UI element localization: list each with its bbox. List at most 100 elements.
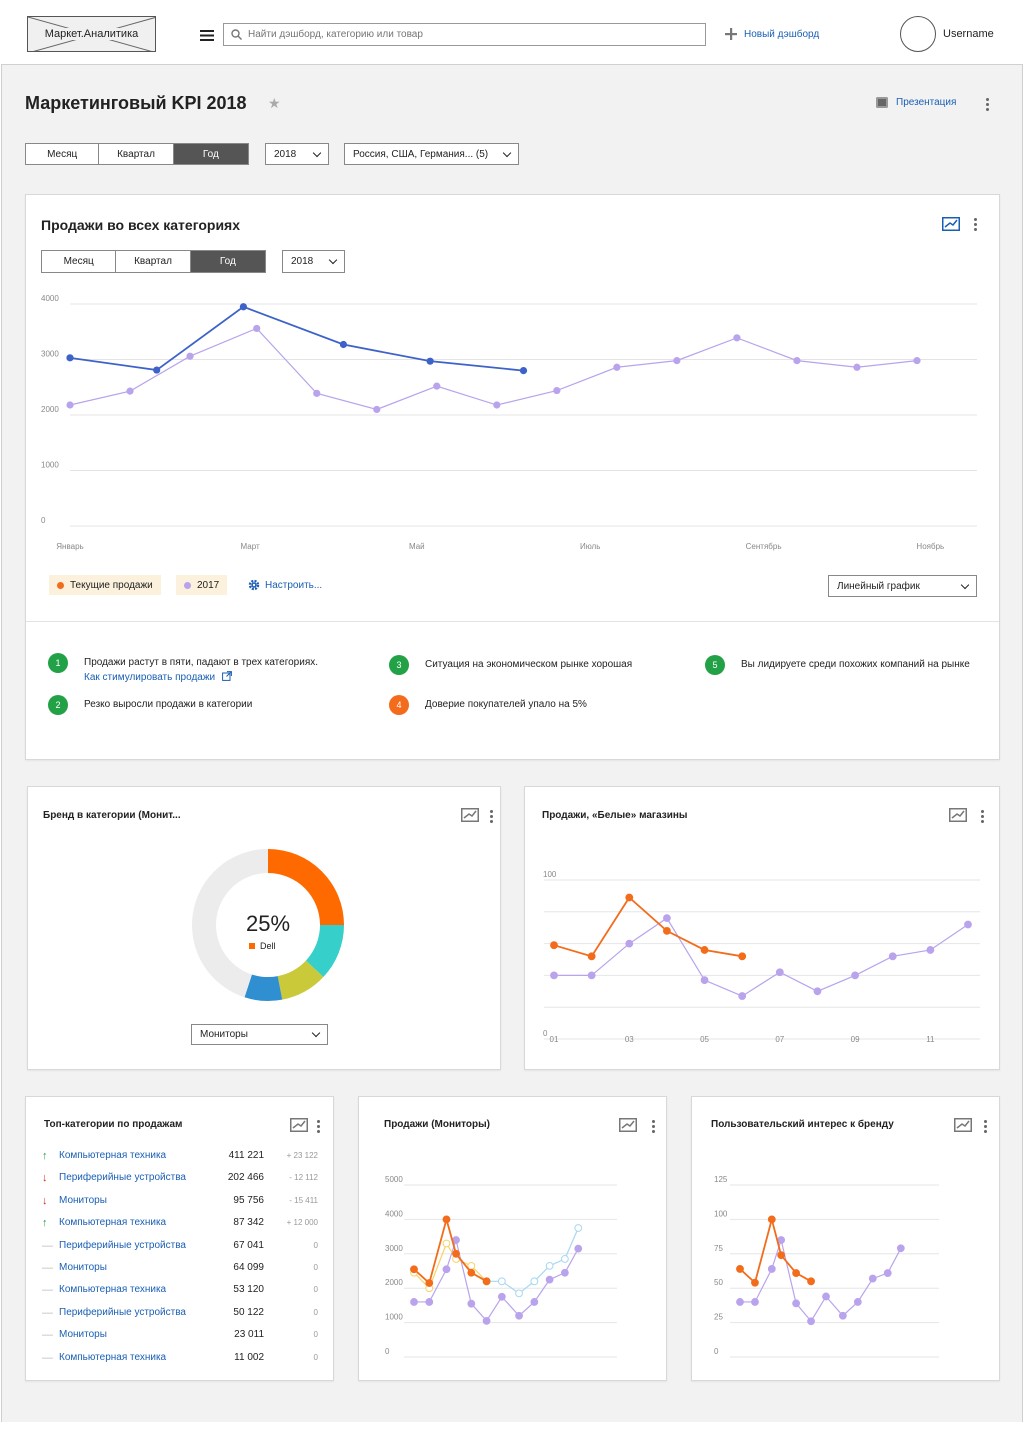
data-point[interactable] [777, 1236, 786, 1244]
data-point[interactable] [560, 1268, 569, 1277]
data-point[interactable] [896, 1244, 905, 1253]
data-point[interactable] [822, 1292, 830, 1301]
data-point[interactable] [467, 1261, 476, 1270]
configure-link[interactable]: Настроить... [248, 579, 322, 591]
data-point[interactable] [339, 340, 348, 349]
data-point[interactable] [738, 952, 747, 961]
search-box[interactable] [223, 23, 706, 46]
data-point[interactable] [625, 893, 634, 902]
data-point[interactable] [442, 1239, 451, 1248]
category-name[interactable]: Мониторы [59, 1195, 107, 1206]
data-point[interactable] [853, 363, 861, 371]
page-year-select[interactable]: 2018 [265, 143, 329, 165]
data-point[interactable] [410, 1265, 418, 1274]
data-point[interactable] [497, 1277, 506, 1286]
data-point[interactable] [888, 952, 897, 961]
data-point[interactable] [452, 1249, 460, 1258]
data-point[interactable] [807, 1317, 815, 1326]
data-point[interactable] [851, 971, 859, 980]
tab-year[interactable]: Год [173, 144, 248, 164]
data-point[interactable] [530, 1277, 539, 1286]
data-point[interactable] [410, 1298, 418, 1306]
data-point[interactable] [560, 1255, 569, 1263]
interest-more-icon[interactable] [981, 1120, 989, 1133]
data-point[interactable] [425, 1279, 434, 1287]
table-row[interactable]: — Компьютерная техника 53 120 0 [42, 1281, 328, 1303]
data-point[interactable] [587, 952, 596, 961]
tab-month[interactable]: Месяц [26, 144, 100, 164]
star-icon[interactable]: ★ [268, 95, 281, 112]
data-point[interactable] [442, 1215, 451, 1224]
data-point[interactable] [467, 1268, 476, 1277]
username[interactable]: Username [943, 28, 994, 40]
data-point[interactable] [700, 976, 709, 985]
chart-type-icon[interactable] [942, 217, 960, 234]
legend-prev[interactable]: 2017 [176, 575, 228, 595]
data-point[interactable] [66, 354, 74, 362]
data-point[interactable] [515, 1311, 523, 1320]
category-name[interactable]: Периферийные устройства [59, 1172, 186, 1183]
category-name[interactable]: Компьютерная техника [59, 1150, 166, 1161]
category-name[interactable]: Компьютерная техника [59, 1217, 166, 1228]
data-point[interactable] [736, 1265, 744, 1273]
data-point[interactable] [313, 389, 321, 397]
data-point[interactable] [433, 382, 441, 390]
data-point[interactable] [442, 1265, 451, 1274]
data-point[interactable] [426, 357, 434, 365]
data-point[interactable] [663, 914, 671, 923]
data-point[interactable] [482, 1277, 491, 1286]
how-to-stimulate-link[interactable]: Как стимулировать продажи [84, 671, 232, 683]
table-row[interactable]: ↓ Мониторы 95 756 - 15 411 [42, 1192, 328, 1214]
data-point[interactable] [663, 926, 671, 935]
data-point[interactable] [553, 386, 561, 395]
data-point[interactable] [545, 1275, 554, 1284]
data-point[interactable] [574, 1244, 583, 1253]
data-point[interactable] [467, 1299, 476, 1308]
legend-current[interactable]: Текущие продажи [49, 575, 161, 595]
data-point[interactable] [153, 366, 161, 374]
table-row[interactable]: — Компьютерная техника 11 002 0 [42, 1349, 328, 1371]
sales-year-select[interactable]: 2018 [282, 250, 345, 273]
data-point[interactable] [530, 1298, 539, 1306]
data-point[interactable] [587, 971, 596, 980]
sales-tab-year[interactable]: Год [190, 251, 266, 272]
country-select[interactable]: Россия, США, Германия... (5) [344, 143, 519, 165]
data-point[interactable] [550, 971, 558, 980]
data-point[interactable] [493, 401, 501, 409]
data-point[interactable] [775, 968, 784, 977]
table-row[interactable]: ↑ Компьютерная техника 411 221 + 23 122 [42, 1147, 328, 1169]
table-row[interactable]: ↓ Периферийные устройства 202 466 - 12 112 [42, 1169, 328, 1191]
brand-category-select[interactable]: Мониторы [191, 1024, 328, 1045]
data-point[interactable] [913, 357, 921, 365]
data-point[interactable] [807, 1277, 815, 1286]
new-dashboard-button[interactable]: Новый дэшборд [725, 28, 819, 40]
category-name[interactable]: Мониторы [59, 1329, 107, 1340]
sales-tab-quarter[interactable]: Квартал [116, 251, 191, 272]
data-point[interactable] [673, 357, 681, 365]
menu-button[interactable] [192, 24, 222, 46]
sales-tab-month[interactable]: Месяц [42, 251, 117, 272]
data-point[interactable] [736, 1298, 744, 1306]
chart-type-icon[interactable] [954, 1118, 972, 1135]
avatar[interactable] [900, 16, 936, 52]
data-point[interactable] [574, 1224, 583, 1232]
category-name[interactable]: Периферийные устройства [59, 1240, 186, 1251]
brand-more-icon[interactable] [487, 810, 495, 823]
data-point[interactable] [700, 946, 709, 954]
data-point[interactable] [793, 357, 801, 365]
data-point[interactable] [751, 1298, 759, 1306]
data-point[interactable] [613, 363, 621, 371]
data-point[interactable] [497, 1292, 506, 1301]
data-point[interactable] [838, 1311, 847, 1320]
presentation-button[interactable]: Презентация [876, 97, 956, 108]
data-point[interactable] [792, 1299, 800, 1308]
page-more-icon[interactable] [983, 98, 991, 111]
category-name[interactable]: Компьютерная техника [59, 1284, 166, 1295]
data-point[interactable] [515, 1289, 523, 1298]
data-point[interactable] [868, 1274, 877, 1283]
data-point[interactable] [425, 1298, 434, 1306]
data-point[interactable] [519, 367, 528, 375]
tab-quarter[interactable]: Квартал [99, 144, 174, 164]
data-point[interactable] [66, 401, 74, 409]
data-point[interactable] [482, 1316, 491, 1325]
